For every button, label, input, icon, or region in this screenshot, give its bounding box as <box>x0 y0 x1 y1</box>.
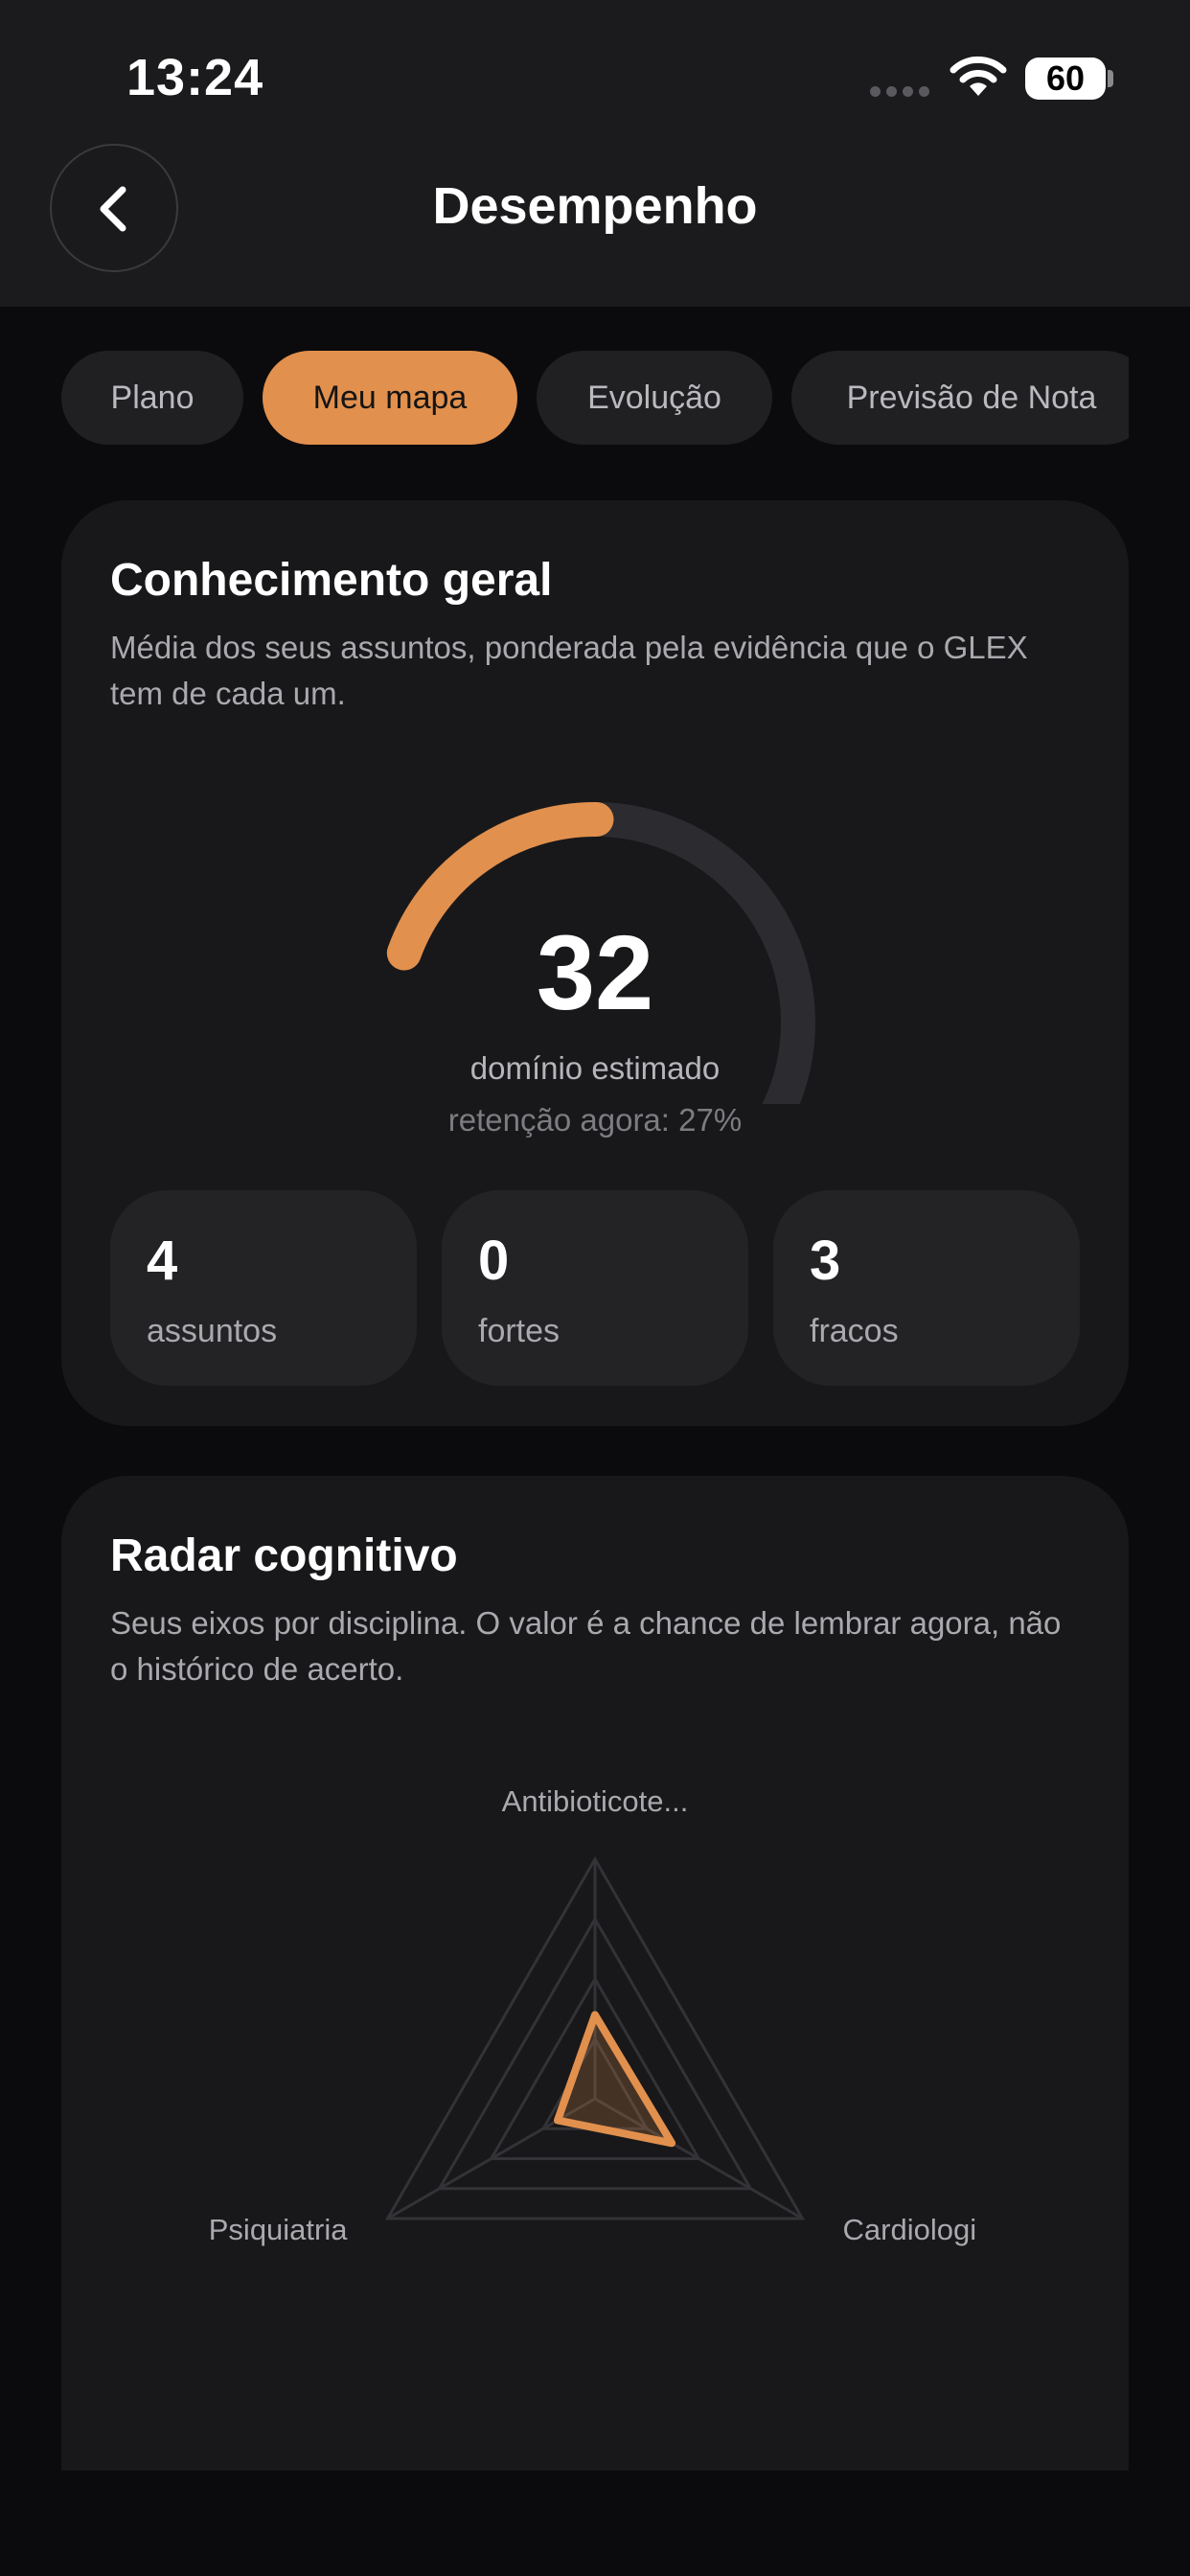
gauge-label: domínio estimado <box>469 1050 721 1086</box>
radar-chart: Antibioticote... Cardiologi Psiquiatria <box>209 1784 977 2246</box>
stat-value: 0 <box>478 1230 510 1292</box>
radar-axis-label: Psiquiatria <box>209 2213 348 2246</box>
radar-description: Seus eixos por disciplina. O valor é a c… <box>110 1605 1062 1687</box>
stat-label: fracos <box>810 1313 899 1349</box>
gauge-value: 32 <box>536 914 654 1032</box>
stat-fortes: 0 fortes <box>442 1190 748 1386</box>
tab-bar: Plano Meu mapa Evolução Previsão de Nota <box>61 351 1129 447</box>
stat-value: 3 <box>810 1230 841 1292</box>
radar-title: Radar cognitivo <box>110 1530 458 1581</box>
status-time: 13:24 <box>126 49 264 106</box>
stat-fracos: 3 fracos <box>773 1190 1080 1386</box>
gauge-retention: retenção agora: 27% <box>447 1102 743 1138</box>
tab-evolucao[interactable]: Evolução <box>537 351 772 445</box>
tab-previsao-de-nota[interactable]: Previsão de Nota <box>791 351 1129 445</box>
stat-value: 4 <box>147 1230 178 1292</box>
radar-value-polygon <box>554 2011 676 2148</box>
page-title: Desempenho <box>432 177 758 235</box>
top-bar: 13:24 60 Desempenho <box>0 0 1190 307</box>
battery-indicator: 60 <box>1025 58 1106 100</box>
radar-axis-label: Cardiologi <box>843 2213 977 2246</box>
knowledge-description: Média dos seus assuntos, ponderada pela … <box>110 630 1028 711</box>
stat-label: assuntos <box>147 1313 278 1349</box>
knowledge-card: Conhecimento geral Média dos seus assunt… <box>61 500 1129 1426</box>
cellular-signal-icon <box>870 84 935 102</box>
stat-assuntos: 4 assuntos <box>110 1190 417 1386</box>
wifi-icon <box>949 56 1008 103</box>
radar-axis-label: Antibioticote... <box>502 1784 689 1818</box>
stat-label: fortes <box>478 1313 561 1349</box>
tab-meu-mapa[interactable]: Meu mapa <box>263 351 517 445</box>
knowledge-title: Conhecimento geral <box>110 555 553 606</box>
battery-tip <box>1108 70 1113 87</box>
radar-card: Radar cognitivo Seus eixos por disciplin… <box>61 1476 1129 2471</box>
tab-plano[interactable]: Plano <box>61 351 243 445</box>
